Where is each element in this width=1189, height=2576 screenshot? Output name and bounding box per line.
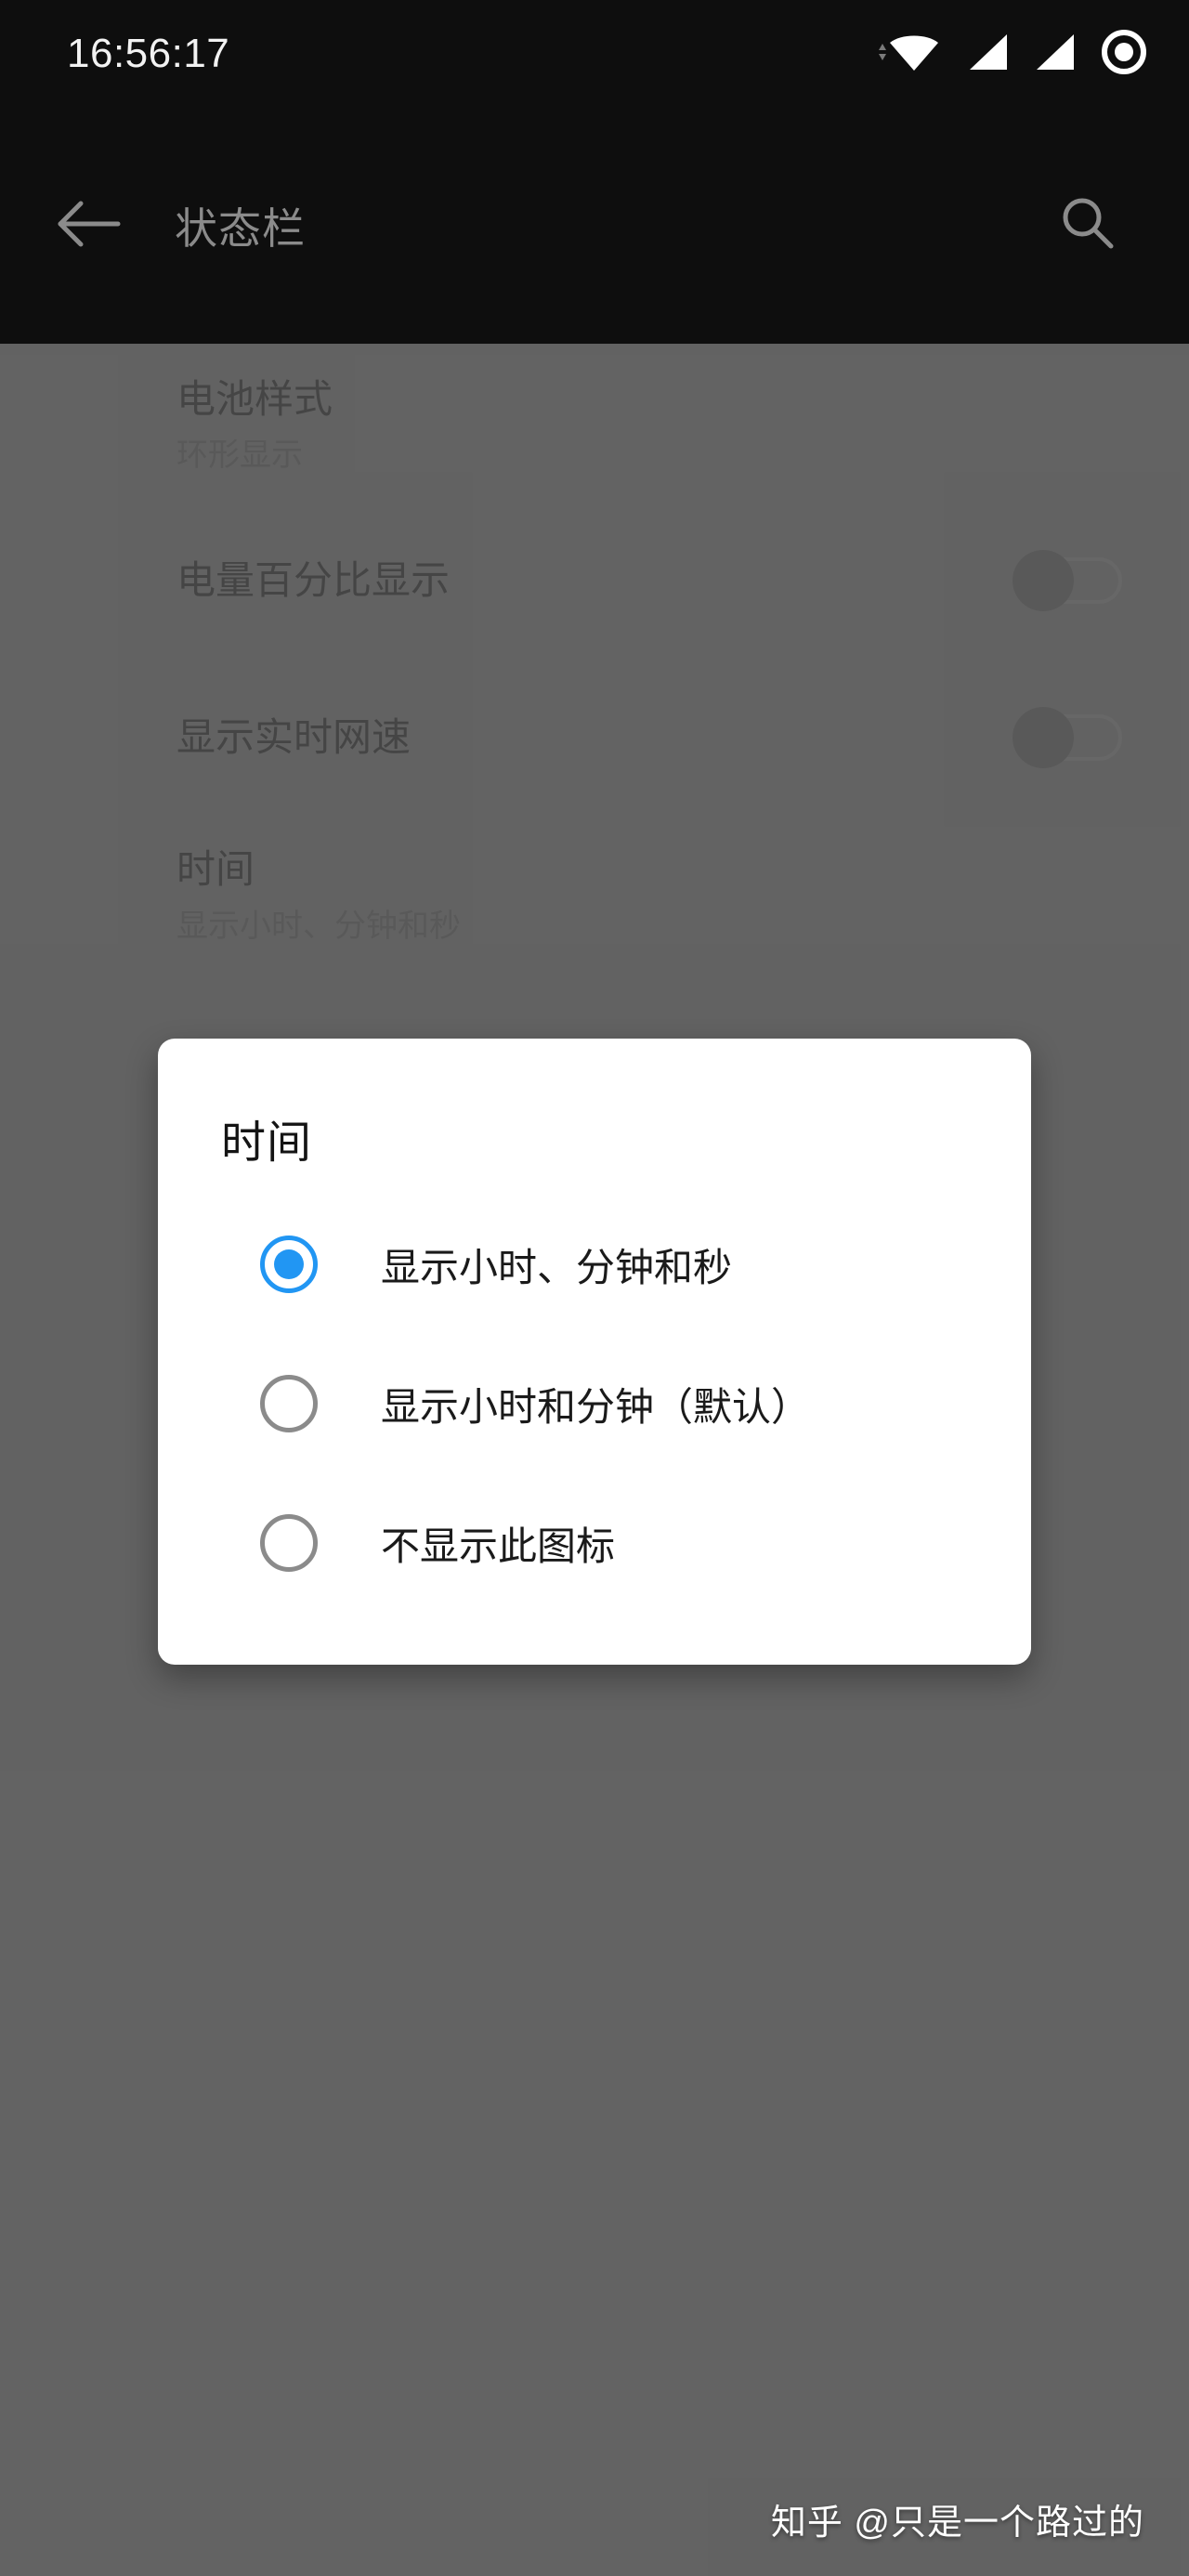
arrow-left-icon [53, 196, 124, 256]
time-format-dialog: 时间 显示小时、分钟和秒 显示小时和分钟（默认） 不显示此图标 [158, 1039, 1031, 1665]
signal-sim1-icon [966, 31, 1009, 78]
radio-option-label: 显示小时和分钟（默认） [381, 1384, 811, 1429]
watermark-text: 知乎 @只是一个路过的 [770, 2504, 1144, 2543]
battery-ring-icon [1100, 28, 1148, 81]
phone-screen: 16:56:17 状态栏 时间 显示小时、分钟和秒 显示小时和分钟（默认） 不显… [0, 0, 1189, 2576]
back-button[interactable] [37, 175, 139, 277]
search-icon [1055, 191, 1120, 261]
radio-option-label: 不显示此图标 [381, 1523, 616, 1568]
radio-option-hide-icon[interactable]: 不显示此图标 [158, 1473, 1031, 1613]
radio-unselected-icon [260, 1514, 318, 1572]
radio-option-hours-minutes-seconds[interactable]: 显示小时、分钟和秒 [158, 1195, 1031, 1334]
radio-selected-icon [260, 1236, 318, 1293]
radio-option-label: 显示小时、分钟和秒 [381, 1245, 733, 1289]
radio-option-hours-minutes[interactable]: 显示小时和分钟（默认） [158, 1334, 1031, 1473]
search-button[interactable] [1037, 175, 1139, 277]
status-bar-clock: 16:56:17 [67, 31, 230, 76]
status-bar-icon-group [873, 26, 1148, 83]
wifi-icon [873, 26, 942, 83]
page-title: 状态栏 [175, 204, 306, 253]
signal-sim2-icon [1033, 31, 1076, 78]
dialog-title: 时间 [221, 1118, 313, 1168]
app-bar: 状态栏 [0, 108, 1189, 344]
status-bar: 16:56:17 [0, 0, 1189, 108]
radio-unselected-icon [260, 1375, 318, 1432]
